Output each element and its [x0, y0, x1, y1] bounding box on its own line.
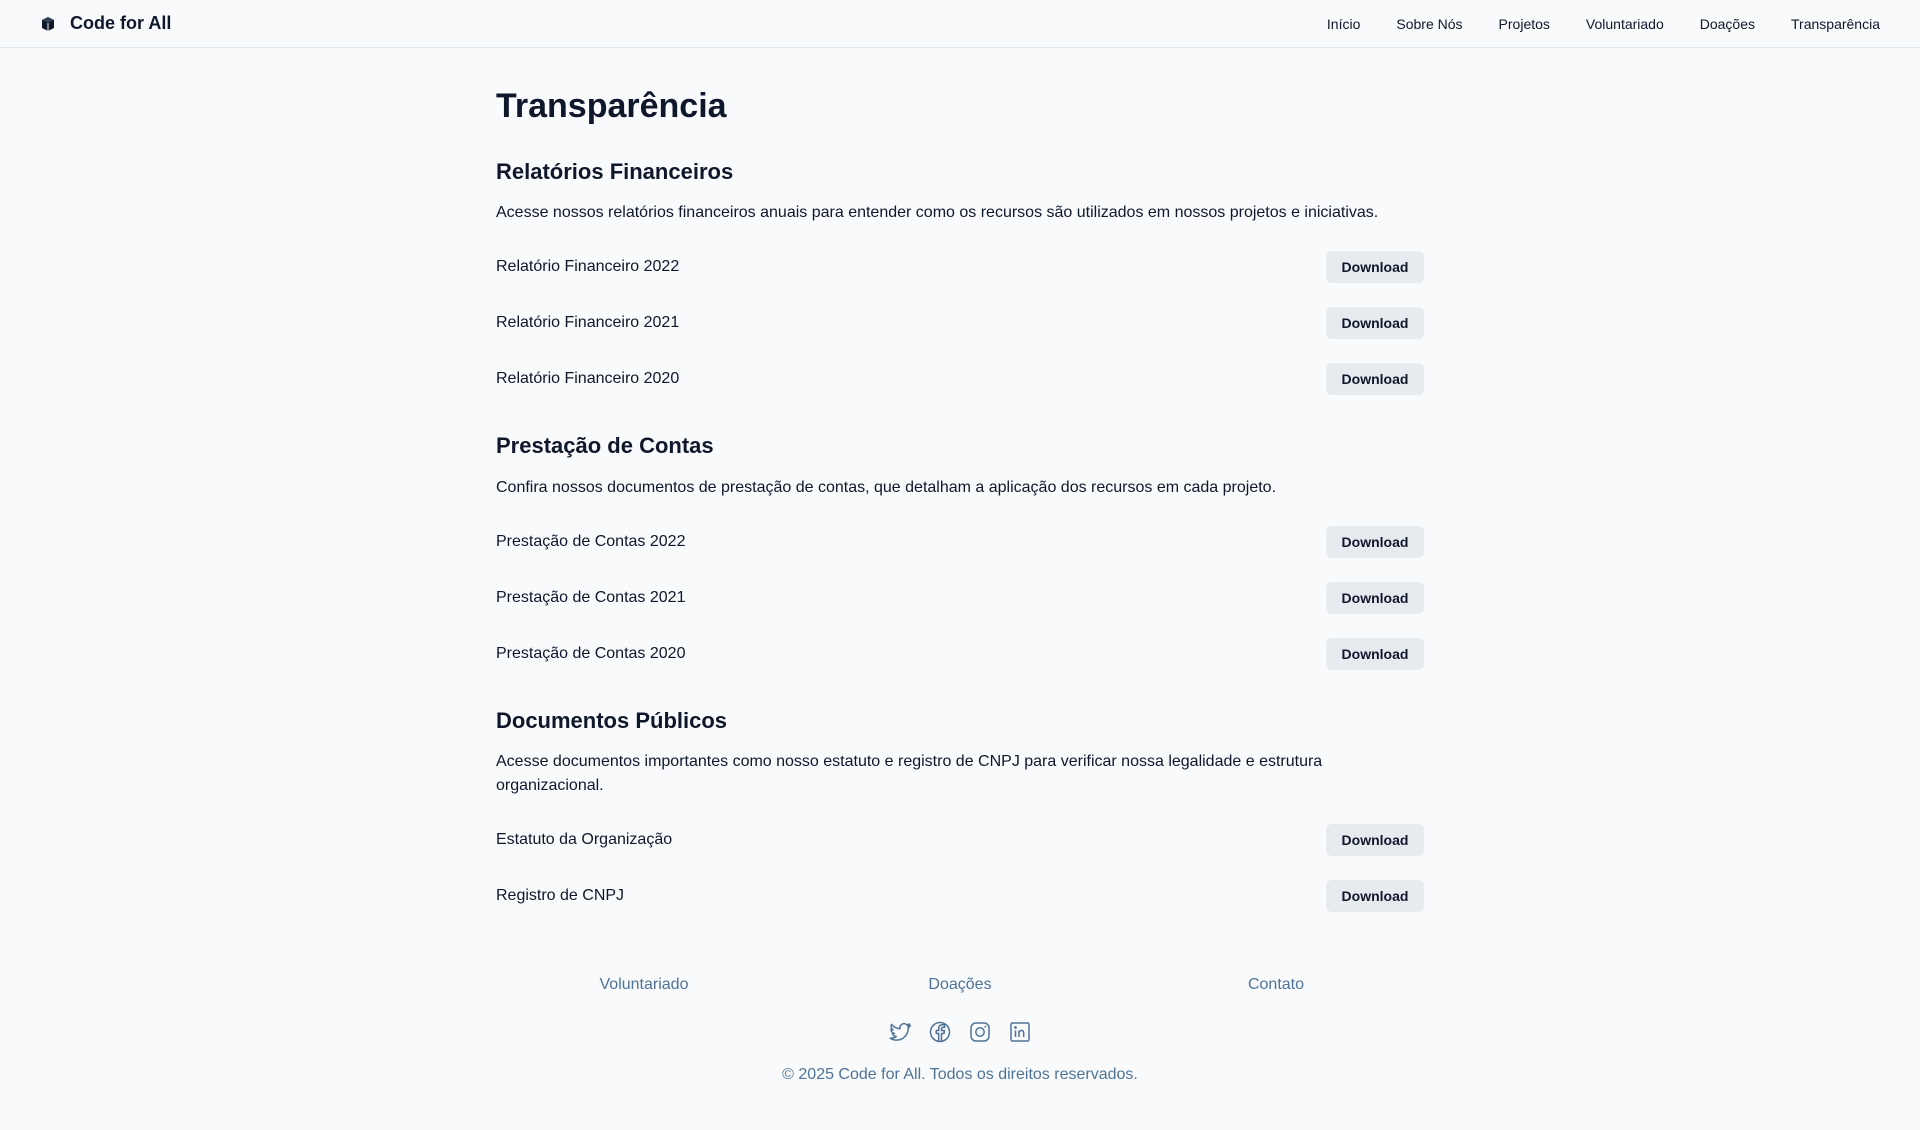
document-name: Relatório Financeiro 2021	[496, 314, 680, 332]
section-title: Prestação de Contas	[496, 433, 714, 459]
document-name: Relatório Financeiro 2020	[496, 370, 680, 388]
cube-icon	[40, 16, 56, 32]
linkedin-icon[interactable]	[1008, 1020, 1032, 1044]
footer-link-contato[interactable]: Contato	[1118, 976, 1434, 994]
footer-link-doacoes[interactable]: Doações	[802, 976, 1118, 994]
instagram-icon[interactable]	[968, 1020, 992, 1044]
twitter-icon[interactable]	[888, 1020, 912, 1044]
social-links	[0, 1020, 1920, 1044]
nav-item-voluntariado[interactable]: Voluntariado	[1586, 16, 1664, 32]
document-row: Registro de CNPJ Download	[496, 868, 1424, 924]
section-prestacao-de-contas: Prestação de Contas Confira nossos docum…	[496, 433, 1424, 681]
nav-item-sobre-nos[interactable]: Sobre Nós	[1396, 16, 1462, 32]
footer-links: Voluntariado Doações Contato	[0, 976, 1920, 994]
download-button[interactable]: Download	[1326, 823, 1424, 856]
document-row: Prestação de Contas 2021 Download	[496, 570, 1424, 626]
download-button[interactable]: Download	[1326, 307, 1424, 340]
document-name: Prestação de Contas 2022	[496, 532, 686, 550]
section-documentos-publicos: Documentos Públicos Acesse documentos im…	[496, 708, 1424, 924]
nav-item-projetos[interactable]: Projetos	[1499, 16, 1550, 32]
document-row: Relatório Financeiro 2020 Download	[496, 351, 1424, 407]
document-row: Prestação de Contas 2022 Download	[496, 514, 1424, 570]
section-description: Acesse nossos relatórios financeiros anu…	[496, 204, 1379, 222]
download-button[interactable]: Download	[1326, 363, 1424, 396]
facebook-icon[interactable]	[928, 1020, 952, 1044]
document-row: Estatuto da Organização Download	[496, 812, 1424, 868]
copyright-text: © 2025 Code for All. Todos os direitos r…	[782, 1065, 1138, 1083]
main-nav: Início Sobre Nós Projetos Voluntariado D…	[1327, 16, 1880, 32]
document-row: Prestação de Contas 2020 Download	[496, 626, 1424, 682]
document-name: Relatório Financeiro 2022	[496, 258, 680, 276]
section-title: Documentos Públicos	[496, 707, 728, 733]
section-title: Relatórios Financeiros	[496, 158, 734, 184]
footer-link-voluntariado[interactable]: Voluntariado	[486, 976, 802, 994]
nav-item-inicio[interactable]: Início	[1327, 16, 1360, 32]
download-button[interactable]: Download	[1326, 581, 1424, 614]
download-button[interactable]: Download	[1326, 879, 1424, 912]
brand[interactable]: Code for All	[40, 13, 171, 34]
brand-name: Code for All	[70, 13, 172, 33]
download-button[interactable]: Download	[1326, 251, 1424, 284]
document-row: Relatório Financeiro 2021 Download	[496, 295, 1424, 351]
page-title: Transparência	[496, 87, 727, 125]
top-header: Code for All Início Sobre Nós Projetos V…	[0, 0, 1920, 48]
document-name: Registro de CNPJ	[496, 886, 625, 904]
document-name: Prestação de Contas 2020	[496, 644, 686, 662]
download-button[interactable]: Download	[1326, 637, 1424, 670]
section-description: Confira nossos documentos de prestação d…	[496, 478, 1277, 496]
section-relatorios-financeiros: Relatórios Financeiros Acesse nossos rel…	[496, 159, 1424, 407]
main-content: Transparência Relatórios Financeiros Ace…	[496, 48, 1424, 924]
section-description: Acesse documentos importantes como nosso…	[496, 752, 1323, 794]
download-button[interactable]: Download	[1326, 525, 1424, 558]
document-name: Estatuto da Organização	[496, 830, 673, 848]
nav-item-doacoes[interactable]: Doações	[1700, 16, 1755, 32]
document-row: Relatório Financeiro 2022 Download	[496, 239, 1424, 295]
nav-item-transparencia[interactable]: Transparência	[1791, 16, 1880, 32]
document-name: Prestação de Contas 2021	[496, 588, 686, 606]
footer: Voluntariado Doações Contato © 2025 Code…	[0, 976, 1920, 1084]
